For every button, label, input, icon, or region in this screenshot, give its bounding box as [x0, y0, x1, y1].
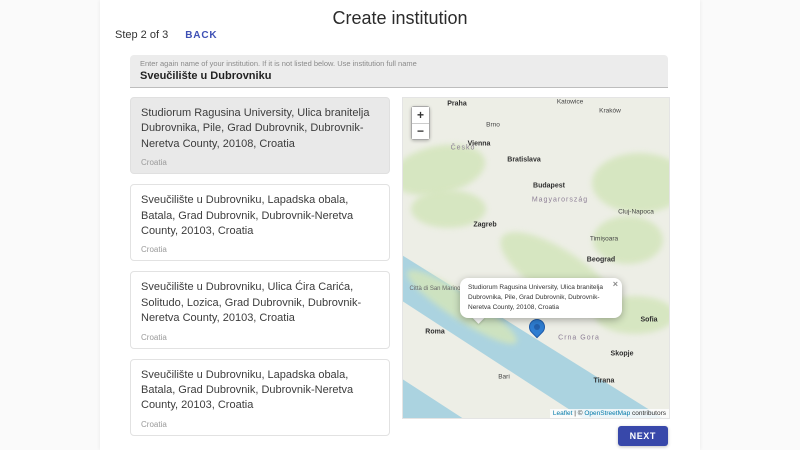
map-label: Vienna [468, 141, 491, 148]
result-address: Sveučilište u Dubrovniku, Lapadska obala… [141, 368, 379, 414]
map-label: Città di San Marino [409, 286, 460, 292]
page-title: Create institution [100, 0, 700, 29]
map[interactable]: PrahaKatowiceKrakówBrnoČeskoViennaBratis… [402, 97, 670, 419]
zoom-in-button[interactable]: + [412, 107, 429, 123]
popup-close-icon[interactable]: × [613, 279, 618, 289]
map-label: Sofia [640, 317, 657, 324]
content-row: Studiorum Ragusina University, Ulica bra… [130, 97, 670, 446]
map-popup: Studiorum Ragusina University, Ulica bra… [460, 278, 622, 318]
map-marker-dot [533, 323, 541, 331]
map-label: Brno [486, 122, 500, 129]
main-card: Create institution Step 2 of 3 BACK Ente… [100, 0, 700, 450]
map-label: Bratislava [507, 157, 540, 164]
search-helper-text: Enter again name of your institution. If… [140, 59, 658, 68]
result-item[interactable]: Studiorum Ragusina University, Ulica bra… [130, 97, 390, 174]
search-input[interactable] [140, 68, 658, 82]
map-label: Timișoara [590, 236, 618, 243]
map-label: Kraków [599, 108, 621, 115]
map-label: Budapest [533, 183, 565, 190]
back-button[interactable]: BACK [185, 30, 217, 41]
result-country: Croatia [141, 245, 379, 254]
result-country: Croatia [141, 158, 379, 167]
result-item[interactable]: Sveučilište u Dubrovniku, Lapadska obala… [130, 359, 390, 436]
attribution-separator: | © [572, 410, 584, 417]
zoom-out-button[interactable]: − [412, 123, 429, 139]
map-label: Zagreb [473, 222, 496, 229]
result-item[interactable]: Sveučilište u Dubrovniku, Lapadska obala… [130, 184, 390, 261]
next-button[interactable]: NEXT [618, 426, 668, 446]
result-address: Sveučilište u Dubrovniku, Ulica Ćira Car… [141, 280, 379, 326]
result-address: Studiorum Ragusina University, Ulica bra… [141, 106, 379, 152]
map-label: Crna Gora [558, 335, 600, 342]
results-list: Studiorum Ragusina University, Ulica bra… [130, 97, 390, 446]
map-label: Cluj-Napoca [618, 209, 654, 216]
step-indicator: Step 2 of 3 [115, 29, 168, 41]
leaflet-link[interactable]: Leaflet [553, 410, 573, 417]
map-attribution: Leaflet | © OpenStreetMap contributors [550, 409, 669, 418]
result-country: Croatia [141, 420, 379, 429]
step-row: Step 2 of 3 BACK [115, 29, 217, 41]
openstreetmap-link[interactable]: OpenStreetMap [584, 410, 630, 417]
map-label: Katowice [557, 99, 583, 106]
institution-search-field[interactable]: Enter again name of your institution. If… [130, 55, 668, 88]
attribution-tail: contributors [630, 410, 666, 417]
map-label: Tirana [594, 378, 615, 385]
result-item[interactable]: Sveučilište u Dubrovniku, Ulica Ćira Car… [130, 271, 390, 348]
map-labels: PrahaKatowiceKrakówBrnoČeskoViennaBratis… [403, 98, 669, 418]
map-label: Skopje [611, 351, 634, 358]
popup-text: Studiorum Ragusina University, Ulica bra… [468, 283, 608, 313]
map-label: Beograd [587, 257, 615, 264]
map-label: Praha [447, 101, 466, 108]
result-country: Croatia [141, 333, 379, 342]
result-address: Sveučilište u Dubrovniku, Lapadska obala… [141, 193, 379, 239]
map-label: Magyarország [532, 197, 588, 204]
map-label: Roma [425, 329, 444, 336]
map-label: Bari [498, 374, 510, 381]
zoom-control: + − [411, 106, 430, 140]
